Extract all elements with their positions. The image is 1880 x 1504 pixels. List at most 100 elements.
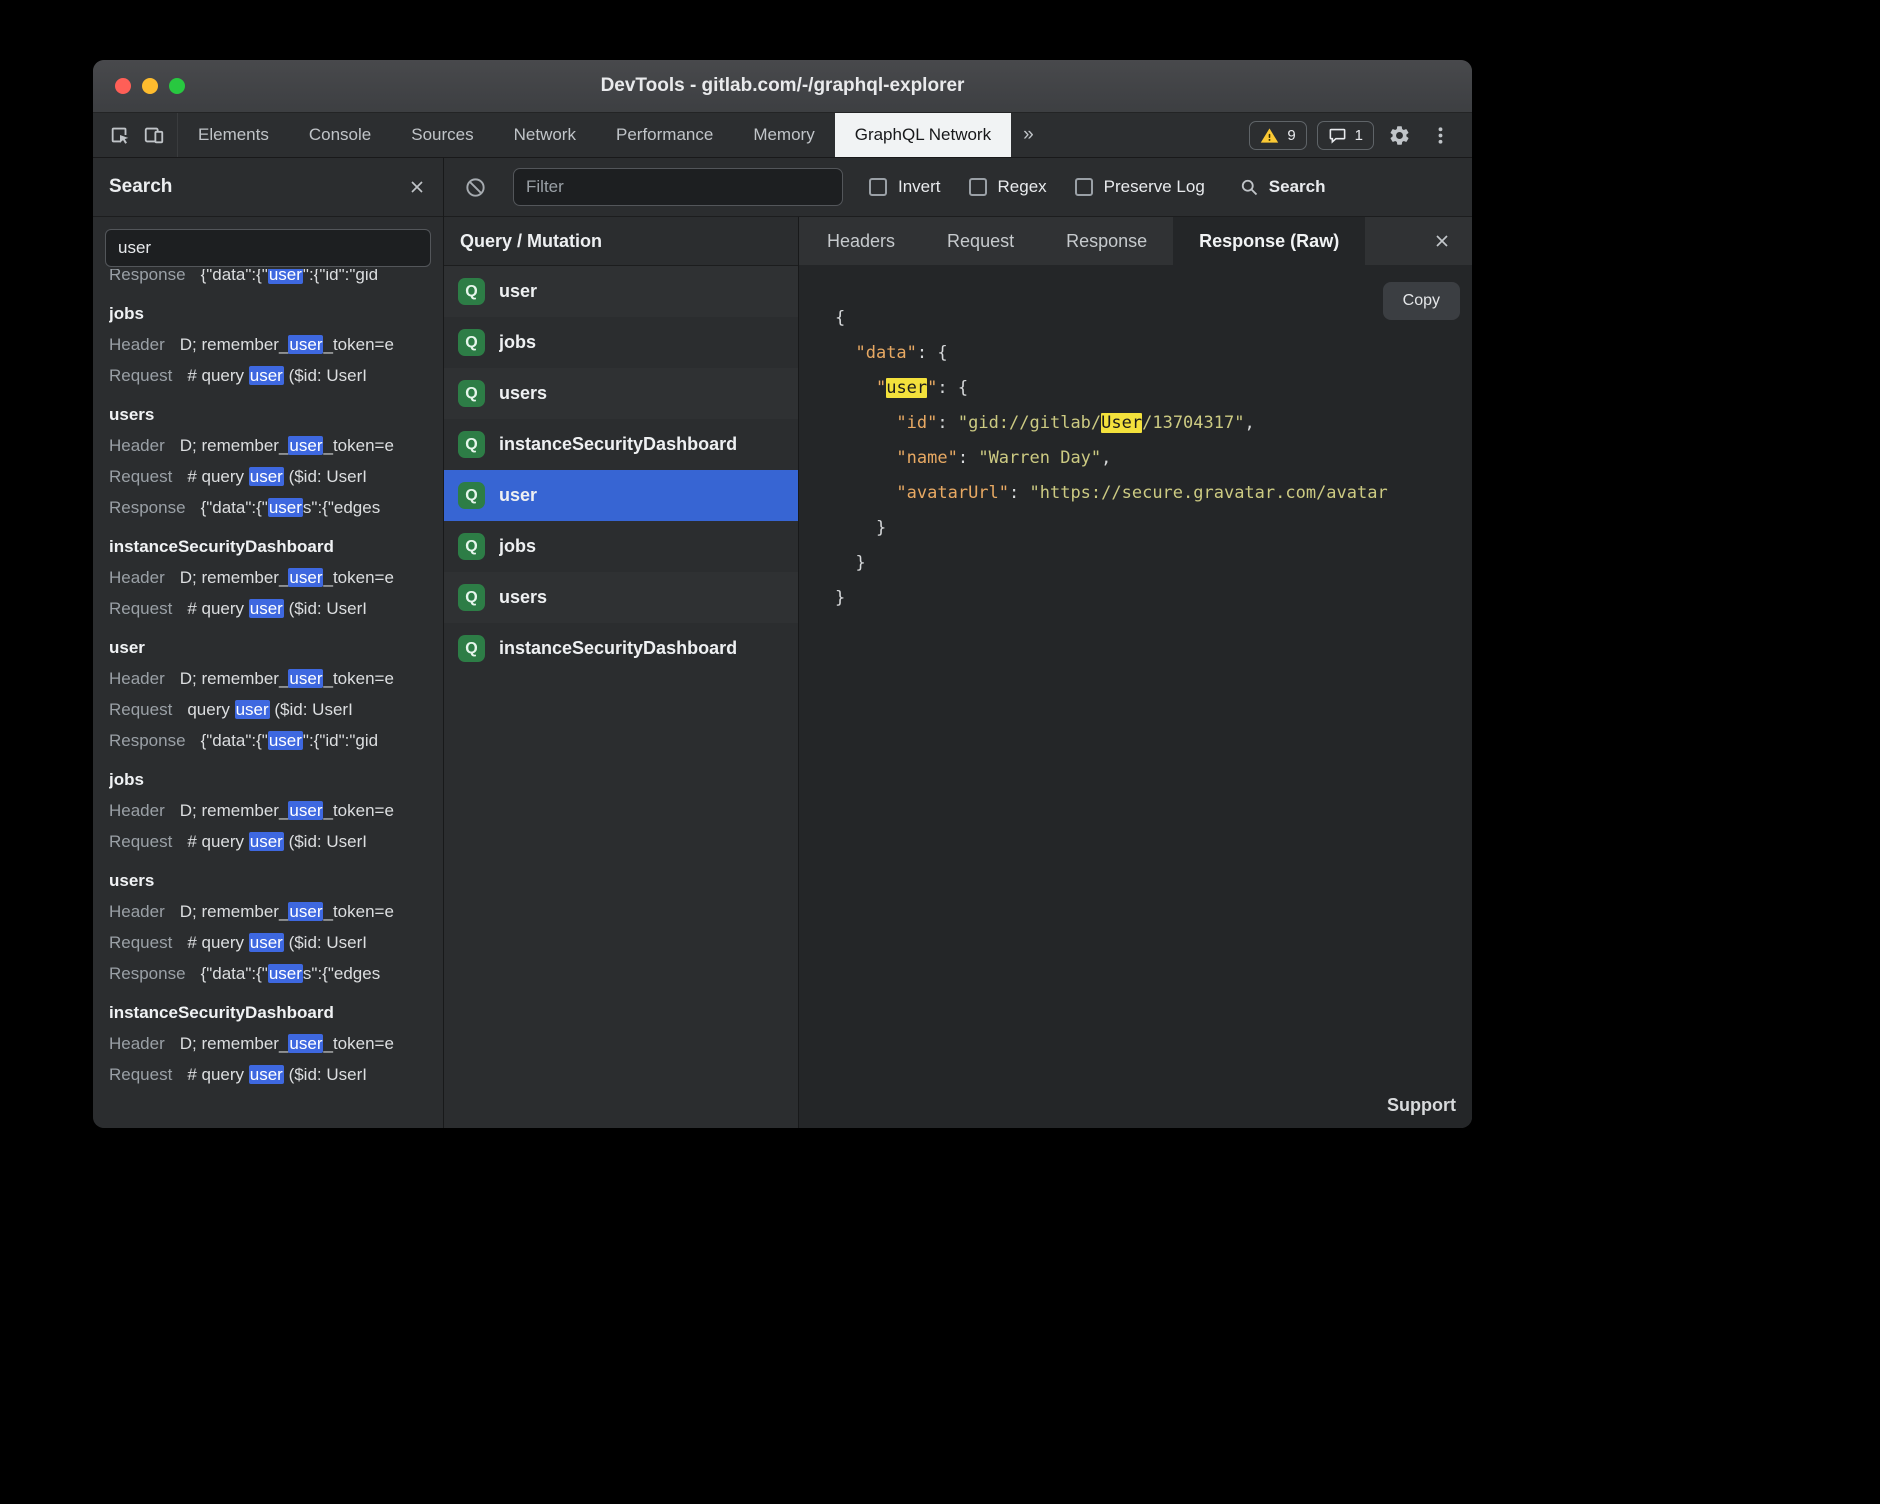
- query-column: Query / Mutation QuserQjobsQusersQinstan…: [444, 217, 799, 1128]
- search-match-highlight: user: [288, 335, 323, 354]
- search-input[interactable]: [105, 229, 431, 267]
- json-segment: }: [835, 588, 845, 608]
- search-result-line[interactable]: Request# query user ($id: UserI: [109, 593, 427, 624]
- search-result-line[interactable]: Response{"data":{"users":{"edges: [109, 958, 427, 989]
- search-match-highlight: user: [268, 731, 303, 750]
- checkbox-regex[interactable]: Regex: [969, 177, 1047, 197]
- tab-console[interactable]: Console: [289, 113, 391, 157]
- search-result-line[interactable]: Request# query user ($id: UserI: [109, 927, 427, 958]
- more-options-button[interactable]: [1425, 124, 1456, 147]
- close-window-button[interactable]: [115, 78, 131, 94]
- query-list-item[interactable]: Qjobs: [444, 317, 798, 368]
- tab-graphql-network[interactable]: GraphQL Network: [835, 113, 1011, 157]
- search-result-line[interactable]: Request# query user ($id: UserI: [109, 1059, 427, 1090]
- query-name: jobs: [499, 536, 536, 557]
- search-result-line[interactable]: Request# query user ($id: UserI: [109, 826, 427, 857]
- more-tabs-button[interactable]: »: [1011, 113, 1046, 157]
- main-area: Search Response{"data":{"user":{"id":"gi…: [93, 158, 1472, 1128]
- zoom-window-button[interactable]: [169, 78, 185, 94]
- search-result-line[interactable]: Response{"data":{"user":{"id":"gid: [109, 725, 427, 756]
- search-result-text: _token=e: [323, 335, 393, 354]
- warnings-badge[interactable]: 9: [1249, 121, 1306, 150]
- search-icon: [1239, 177, 1259, 197]
- query-list-item[interactable]: Quser: [444, 470, 798, 521]
- search-result-line[interactable]: Requestquery user ($id: UserI: [109, 694, 427, 725]
- toolbar-search-button[interactable]: Search: [1239, 177, 1326, 197]
- filter-toolbar: Invert Regex Preserve Log Search: [444, 158, 1472, 217]
- query-name: instanceSecurityDashboard: [499, 434, 737, 455]
- json-segment: [835, 483, 896, 503]
- search-result-line[interactable]: Request# query user ($id: UserI: [109, 360, 427, 391]
- query-name: user: [499, 281, 537, 302]
- search-result-line[interactable]: HeaderD; remember_user_token=e: [109, 795, 427, 826]
- filter-input[interactable]: [513, 168, 843, 206]
- device-toolbar-icon[interactable]: [143, 124, 165, 146]
- search-panel-title: Search: [109, 176, 407, 198]
- search-result-text: ":{"id":"gid: [303, 731, 378, 750]
- inspect-cursor-icon[interactable]: [109, 124, 131, 146]
- query-list-item[interactable]: QinstanceSecurityDashboard: [444, 419, 798, 470]
- search-result-line[interactable]: Response{"data":{"users":{"edges: [109, 492, 427, 523]
- query-name: jobs: [499, 332, 536, 353]
- query-list-item[interactable]: QinstanceSecurityDashboard: [444, 623, 798, 674]
- checkbox-box[interactable]: [1075, 178, 1093, 196]
- response-body: Copy { "data": { "user": { "id": "gid://…: [799, 265, 1472, 1128]
- response-tab-headers[interactable]: Headers: [801, 217, 921, 265]
- checkbox-box[interactable]: [869, 178, 887, 196]
- response-tab-request[interactable]: Request: [921, 217, 1040, 265]
- search-results: Response{"data":{"user":{"id":"gidjobsHe…: [93, 269, 443, 1128]
- search-result-label: Header: [109, 669, 165, 688]
- search-result-text: D; remember_: [180, 801, 289, 820]
- clear-button[interactable]: [464, 176, 487, 199]
- support-link[interactable]: Support: [1387, 1095, 1456, 1116]
- devtools-tabbar: ElementsConsoleSourcesNetworkPerformance…: [93, 113, 1472, 158]
- message-bubble-icon: [1328, 126, 1347, 145]
- query-list-item[interactable]: Qjobs: [444, 521, 798, 572]
- search-result-text: D; remember_: [180, 335, 289, 354]
- query-list-item[interactable]: Qusers: [444, 368, 798, 419]
- json-segment: [835, 378, 876, 398]
- minimize-window-button[interactable]: [142, 78, 158, 94]
- checkbox-preserve-log[interactable]: Preserve Log: [1075, 177, 1205, 197]
- network-area: Invert Regex Preserve Log Search Query / M…: [444, 158, 1472, 1128]
- query-list-item[interactable]: Quser: [444, 266, 798, 317]
- close-search-panel-button[interactable]: [407, 177, 427, 197]
- checkbox-label: Invert: [898, 177, 941, 197]
- tab-memory[interactable]: Memory: [733, 113, 834, 157]
- search-result-line[interactable]: HeaderD; remember_user_token=e: [109, 329, 427, 360]
- search-result-line[interactable]: HeaderD; remember_user_token=e: [109, 1028, 427, 1059]
- search-result-line[interactable]: HeaderD; remember_user_token=e: [109, 896, 427, 927]
- search-result-line[interactable]: Request# query user ($id: UserI: [109, 461, 427, 492]
- search-result-line[interactable]: Response{"data":{"user":{"id":"gid: [109, 269, 427, 290]
- response-tab-response-raw[interactable]: Response (Raw): [1173, 217, 1365, 265]
- json-segment: ,: [1244, 413, 1254, 433]
- search-result-text: # query: [187, 599, 248, 618]
- json-segment: :: [937, 413, 957, 433]
- query-column-header: Query / Mutation: [444, 217, 798, 266]
- search-result-text: _token=e: [323, 568, 393, 587]
- messages-badge[interactable]: 1: [1317, 121, 1374, 150]
- query-list-item[interactable]: Qusers: [444, 572, 798, 623]
- search-result-line[interactable]: HeaderD; remember_user_token=e: [109, 663, 427, 694]
- search-result-line[interactable]: HeaderD; remember_user_token=e: [109, 562, 427, 593]
- checkbox-invert[interactable]: Invert: [869, 177, 941, 197]
- search-result-group: instanceSecurityDashboardHeaderD; rememb…: [109, 997, 427, 1090]
- settings-button[interactable]: [1384, 124, 1415, 147]
- query-name: instanceSecurityDashboard: [499, 638, 737, 659]
- tab-elements[interactable]: Elements: [178, 113, 289, 157]
- tab-performance[interactable]: Performance: [596, 113, 733, 157]
- search-match-highlight: user: [288, 669, 323, 688]
- checkbox-box[interactable]: [969, 178, 987, 196]
- search-result-text: D; remember_: [180, 1034, 289, 1053]
- search-result-label: Header: [109, 436, 165, 455]
- copy-button[interactable]: Copy: [1383, 282, 1460, 320]
- tab-sources[interactable]: Sources: [391, 113, 493, 157]
- search-result-title: jobs: [109, 764, 427, 795]
- response-tab-response[interactable]: Response: [1040, 217, 1173, 265]
- tab-network[interactable]: Network: [494, 113, 596, 157]
- search-result-line[interactable]: HeaderD; remember_user_token=e: [109, 430, 427, 461]
- search-result-label: Request: [109, 366, 172, 385]
- json-segment: }: [835, 553, 866, 573]
- close-response-panel-button[interactable]: [1412, 217, 1472, 265]
- search-match-highlight: user: [249, 832, 284, 851]
